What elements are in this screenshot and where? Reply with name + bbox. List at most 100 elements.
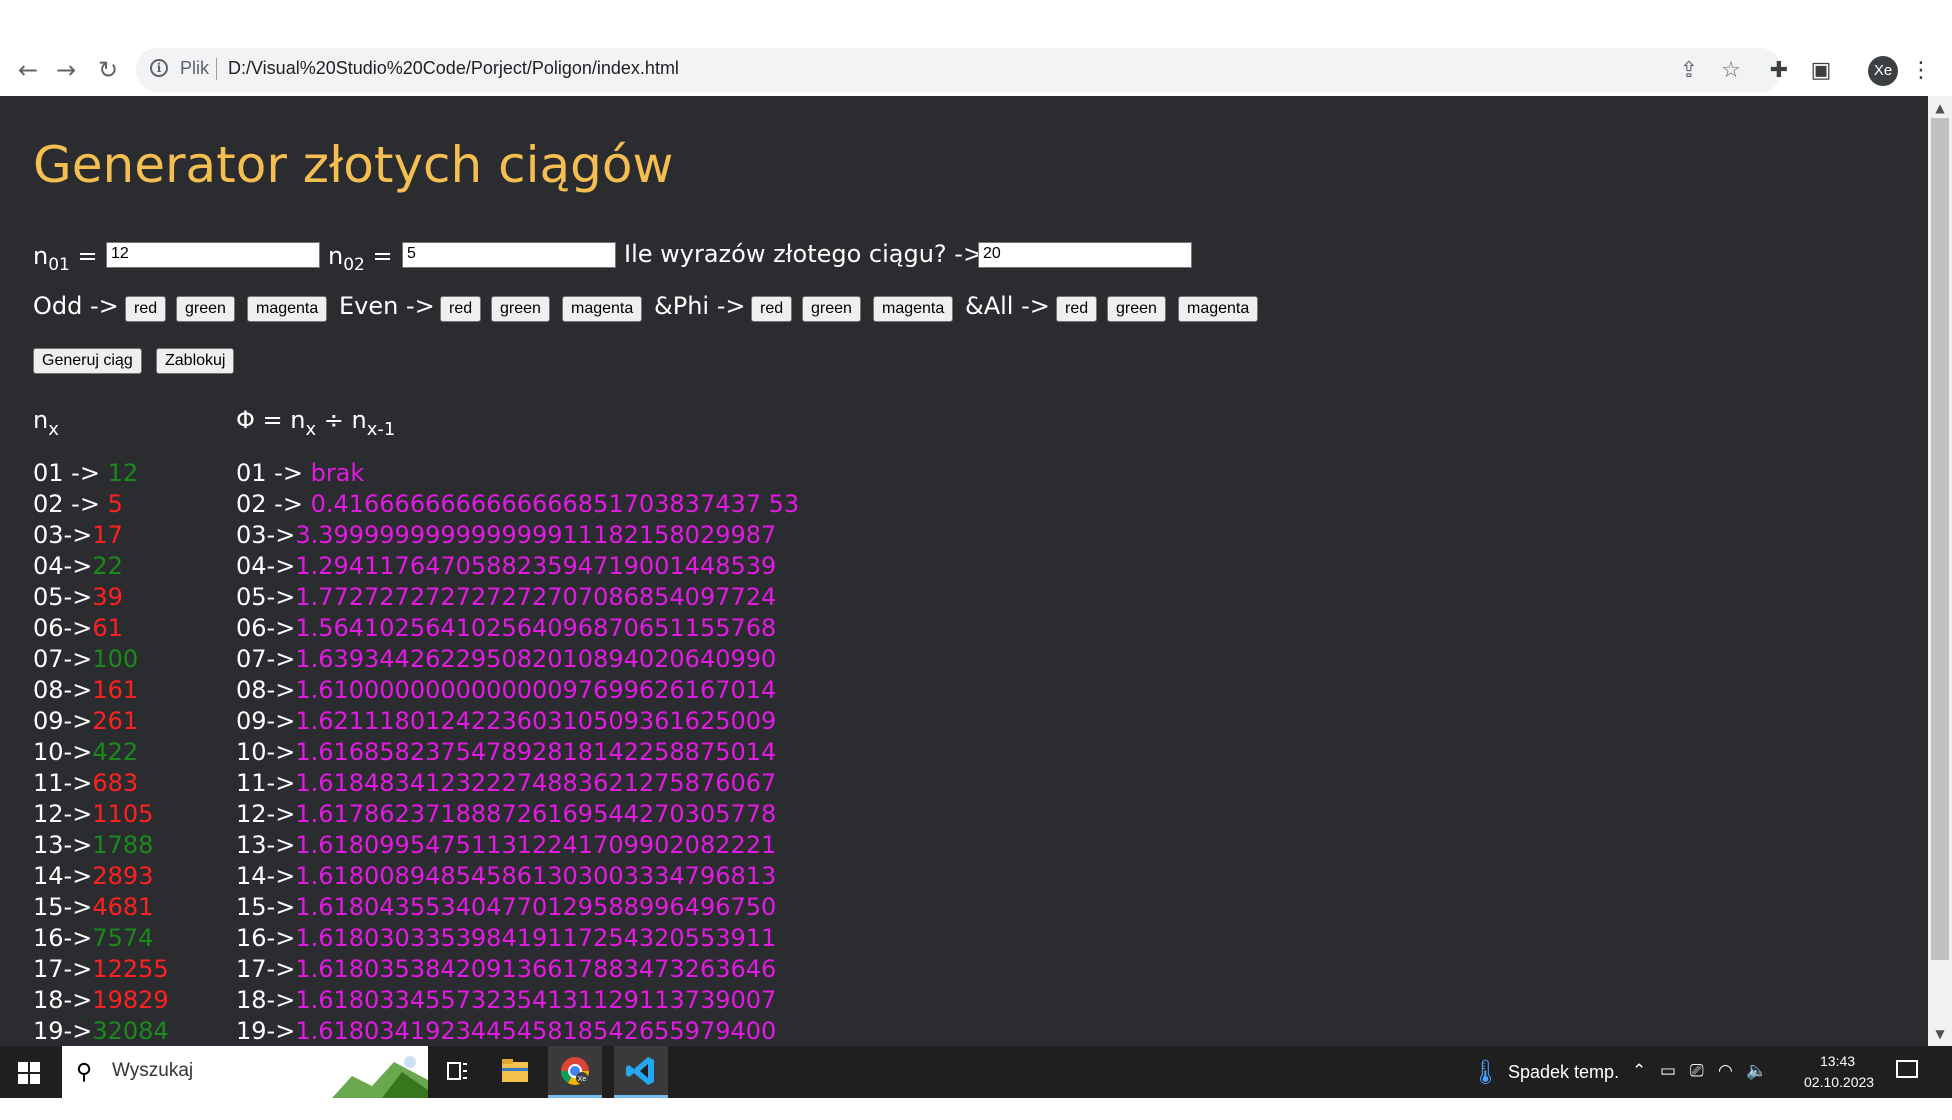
even-magenta-button[interactable]: magenta [562,296,643,322]
ratio-value: 1.618008948545861303003334796813 [295,862,777,890]
wifi-icon[interactable]: ◠ [1718,1061,1733,1081]
ratio-value: 1.294117647058823594719001448539 [295,552,777,580]
clock-time[interactable]: 13:43 [1820,1053,1855,1069]
phi-magenta-button[interactable]: magenta [873,296,954,322]
forward-icon[interactable]: → [48,52,84,88]
all-red-button[interactable]: red [1056,296,1098,322]
sequence-value: 683 [92,769,139,797]
meet-now-icon[interactable]: ⎚ [1690,1061,1704,1081]
taskbar-search-box[interactable]: ⚲ Wyszukaj [62,1046,428,1098]
sequence-row: 13->1788 [33,830,169,861]
ratio-value: 1.616858237547892818142258875014 [295,738,777,766]
sequence-index: 11-> [33,769,93,797]
thermometer-icon[interactable]: 🌡 [1470,1058,1500,1086]
windows-start-icon[interactable] [18,1062,40,1084]
weather-text[interactable]: Spadek temp. [1508,1062,1619,1083]
lock-button[interactable]: Zablokuj [156,348,235,374]
n02-input[interactable]: 5 [402,242,616,268]
odd-red-button[interactable]: red [125,296,167,322]
sequence-value: 1105 [92,800,154,828]
ratio-index: 13-> [236,831,296,859]
ratio-index: 15-> [236,893,296,921]
ratio-value: 1.618043553404770129588996496750 [295,893,777,921]
ratio-index: 12-> [236,800,296,828]
vscode-icon[interactable] [614,1046,668,1098]
even-green-button[interactable]: green [491,296,550,322]
scrollbar-thumb[interactable] [1931,118,1949,960]
chrome-icon[interactable]: Xe [548,1046,602,1098]
avatar[interactable]: Xe [1868,56,1898,86]
ratio-value: 1.610000000000000097699626167014 [295,676,777,704]
sequence-index: 04-> [33,552,93,580]
ratio-index: 16-> [236,924,296,952]
page-content: Generator złotych ciągów n01 = 12 n02 = … [0,96,1928,1046]
ratio-value: 1.618034192344545818542655979400 [295,1017,777,1045]
sequence-index: 02 -> [33,490,108,518]
reload-icon[interactable]: ↻ [90,52,126,88]
sequence-index: 17-> [33,955,93,983]
extensions-icon[interactable]: ✚ [1762,54,1796,88]
browser-toolbar: ← → ↻ i Plik D:/Visual%20Studio%20Code/P… [0,0,1952,96]
scroll-up-icon[interactable]: ▲ [1928,98,1952,118]
sequence-index: 16-> [33,924,93,952]
count-input[interactable]: 20 [978,242,1192,268]
share-icon[interactable]: ⇪ [1674,56,1704,86]
phi-green-button[interactable]: green [802,296,861,322]
generate-button[interactable]: Generuj ciąg [33,348,142,374]
sequence-index: 01 -> [33,459,108,487]
ratio-row: 05->1.772727272727272707086854097724 [236,582,799,613]
sequence-value: 12255 [92,955,169,983]
sequence-value: 22 [92,552,123,580]
notification-icon[interactable] [1896,1060,1918,1078]
sequence-row: 02 -> 5 [33,489,169,520]
phi-column-header: Φ = nx ÷ nx-1 [236,406,396,440]
sequence-row: 17->12255 [33,954,169,985]
even-red-button[interactable]: red [440,296,482,322]
ratio-value: 1.618099547511312241709902082221 [295,831,777,859]
odd-magenta-button[interactable]: magenta [247,296,328,322]
ratio-index: 09-> [236,707,296,735]
volume-icon[interactable]: 🔈 [1746,1061,1767,1081]
phi-red-button[interactable]: red [751,296,793,322]
n01-input[interactable]: 12 [106,242,320,268]
all-green-button[interactable]: green [1107,296,1166,322]
sequence-row: 18->19829 [33,985,169,1016]
ratio-row: 06->1.564102564102564096870651155768 [236,613,799,644]
sequence-index: 08-> [33,676,93,704]
ratio-value: 1.618483412322274883621275876067 [295,769,777,797]
all-magenta-button[interactable]: magenta [1178,296,1259,322]
ratio-index: 11-> [236,769,296,797]
clock-date[interactable]: 02.10.2023 [1804,1074,1874,1090]
sequence-index: 18-> [33,986,93,1014]
ratio-row: 07->1.639344262295082010894020640990 [236,644,799,675]
side-panel-icon[interactable]: ▣ [1804,54,1838,88]
sequence-row: 07->100 [33,644,169,675]
scroll-down-icon[interactable]: ▼ [1928,1024,1952,1044]
n01-label: n01 = [33,242,98,275]
count-label: Ile wyrazów złotego ciągu? -> [624,240,984,268]
sequence-row: 01 -> 12 [33,458,169,489]
sequence-value: 4681 [92,893,154,921]
search-highlight-image [332,1056,428,1098]
url-text[interactable]: D:/Visual%20Studio%20Code/Porject/Poligo… [228,58,679,79]
info-icon[interactable]: i [150,59,168,77]
ratio-row: 11->1.618483412322274883621275876067 [236,768,799,799]
svg-text:Xe: Xe [578,1076,587,1083]
odd-green-button[interactable]: green [176,296,235,322]
ratio-index: 02 -> [236,490,311,518]
menu-icon[interactable]: ⋮ [1904,54,1938,88]
task-view-icon[interactable] [430,1046,484,1098]
sequence-row: 08->161 [33,675,169,706]
sequence-index: 06-> [33,614,93,642]
back-icon[interactable]: ← [10,52,46,88]
star-icon[interactable]: ☆ [1716,56,1746,86]
sequence-value: 7574 [92,924,154,952]
sequence-index: 14-> [33,862,93,890]
sequence-index: 09-> [33,707,93,735]
sequence-row: 04->22 [33,551,169,582]
battery-icon[interactable]: ▭ [1660,1061,1676,1081]
file-explorer-icon[interactable] [488,1046,542,1098]
tray-chevron-up-icon[interactable]: ⌃ [1632,1061,1646,1081]
ratio-row: 09->1.621118012422360310509361625009 [236,706,799,737]
ratio-index: 08-> [236,676,296,704]
